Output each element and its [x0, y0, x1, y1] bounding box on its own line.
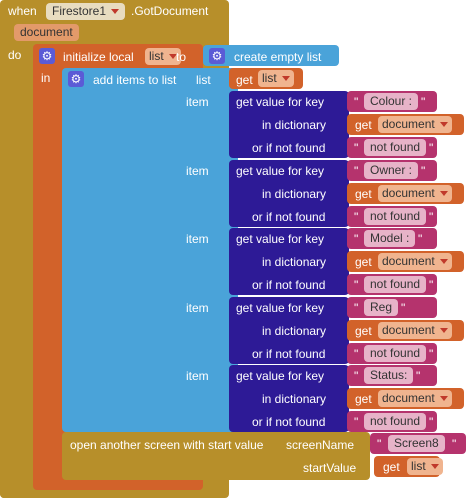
- not-found-open-quote: ": [354, 209, 359, 224]
- not-found-text-value[interactable]: not found: [364, 207, 427, 225]
- not-found-text-value[interactable]: not found: [364, 276, 427, 293]
- item-socket-label: item: [186, 163, 209, 178]
- get-value-for-key-label: get value for key: [236, 300, 325, 315]
- component-dropdown[interactable]: Firestore1: [46, 3, 126, 20]
- document-var-dropdown[interactable]: document: [378, 253, 452, 270]
- in-dictionary-label: in dictionary: [262, 186, 327, 201]
- get-value-for-key-label: get value for key: [236, 369, 325, 383]
- item-socket-label: item: [186, 95, 209, 109]
- get-label: get: [236, 73, 253, 87]
- screen-name-close-quote: ": [452, 437, 457, 451]
- close-quote: ": [421, 95, 426, 109]
- in-dictionary-label: in dictionary: [262, 255, 327, 269]
- create-list-gear-icon[interactable]: ⚙: [209, 48, 225, 64]
- get-document-label: get: [355, 118, 372, 132]
- add-items-label: add items to list: [93, 73, 177, 87]
- to-label: to: [176, 50, 187, 64]
- start-value-label: startValue: [303, 461, 357, 475]
- get-document-label: get: [355, 186, 372, 201]
- not-found-text-value[interactable]: not found: [364, 413, 427, 430]
- in-label: in: [41, 71, 51, 85]
- open-screen-label: open another screen with start value: [70, 438, 264, 452]
- in-dictionary-label: in dictionary: [262, 118, 327, 132]
- key-text-value[interactable]: Status:: [364, 367, 414, 384]
- get-document-label: get: [355, 323, 372, 338]
- not-found-text-value[interactable]: not found: [364, 344, 427, 362]
- start-value-get-label: get: [383, 460, 400, 474]
- get-value-for-key-label: get value for key: [236, 232, 325, 246]
- key-text-value[interactable]: Model :: [364, 230, 416, 247]
- close-quote: ": [429, 415, 434, 429]
- get-value-for-key-label: get value for key: [236, 163, 325, 178]
- start-value-var-dropdown[interactable]: list: [407, 458, 443, 475]
- key-text-value[interactable]: Reg: [364, 298, 399, 316]
- key-open-quote: ": [354, 95, 359, 109]
- close-quote: ": [401, 301, 406, 315]
- create-empty-list-label: create empty list: [234, 50, 322, 64]
- document-var-dropdown[interactable]: document: [378, 116, 452, 133]
- get-value-for-key-label: get value for key: [236, 95, 325, 109]
- or-if-not-found-label: or if not found: [252, 415, 326, 429]
- document-var-dropdown[interactable]: document: [378, 184, 452, 202]
- document-param[interactable]: document: [14, 24, 79, 41]
- key-text-value[interactable]: Owner :: [364, 161, 419, 179]
- close-quote: ": [416, 369, 421, 383]
- key-open-quote: ": [354, 300, 359, 315]
- or-if-not-found-label: or if not found: [252, 278, 326, 292]
- close-quote: ": [429, 141, 434, 155]
- get-document-label: get: [355, 255, 372, 269]
- key-text-value[interactable]: Colour :: [364, 93, 419, 110]
- not-found-text-value[interactable]: not found: [364, 139, 427, 156]
- close-quote: ": [421, 164, 426, 178]
- not-found-open-quote: ": [354, 346, 359, 361]
- screen-name-value[interactable]: Screen8: [388, 435, 445, 452]
- key-open-quote: ": [354, 163, 359, 178]
- key-open-quote: ": [354, 369, 359, 383]
- close-quote: ": [429, 347, 434, 361]
- close-quote: ": [429, 278, 434, 292]
- not-found-open-quote: ": [354, 415, 359, 429]
- in-dictionary-label: in dictionary: [262, 392, 327, 406]
- key-open-quote: ": [354, 232, 359, 246]
- screen-name-label: screenName: [286, 438, 355, 452]
- or-if-not-found-label: or if not found: [252, 141, 326, 155]
- item-socket-label: item: [186, 369, 209, 383]
- add-items-gear-icon[interactable]: ⚙: [68, 71, 84, 87]
- not-found-open-quote: ": [354, 141, 359, 155]
- get-document-label: get: [355, 392, 372, 406]
- do-label: do: [8, 48, 22, 62]
- close-quote: ": [418, 232, 423, 246]
- close-quote: ": [429, 210, 434, 224]
- add-items-to-list-block[interactable]: [62, 68, 238, 432]
- add-items-list-label: list: [196, 73, 211, 87]
- or-if-not-found-label: or if not found: [252, 209, 326, 224]
- not-found-open-quote: ": [354, 278, 359, 292]
- in-dictionary-label: in dictionary: [262, 323, 327, 338]
- initialize-local-label: initialize local: [63, 50, 134, 64]
- document-var-dropdown[interactable]: document: [378, 321, 452, 339]
- screen-name-open-quote: ": [377, 437, 382, 451]
- event-name-label: .GotDocument: [131, 4, 209, 18]
- item-socket-label: item: [186, 300, 209, 315]
- or-if-not-found-label: or if not found: [252, 346, 326, 361]
- mutator-gear-icon[interactable]: ⚙: [39, 48, 55, 64]
- item-socket-label: item: [186, 232, 209, 246]
- get-list-var-dropdown[interactable]: list: [258, 70, 294, 87]
- when-label: when: [8, 4, 37, 18]
- document-var-dropdown[interactable]: document: [378, 390, 452, 407]
